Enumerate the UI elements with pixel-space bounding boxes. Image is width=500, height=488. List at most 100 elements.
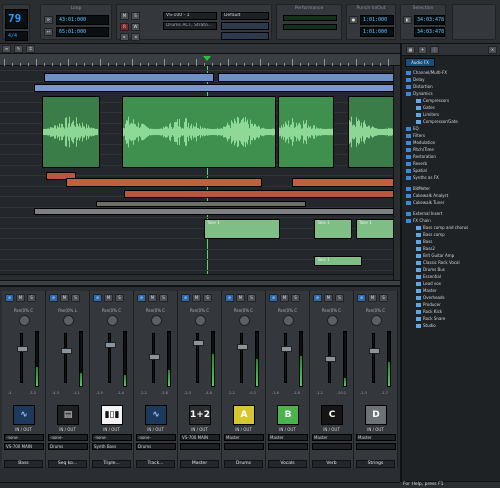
tree-node[interactable]: Synths as FX [406, 175, 439, 181]
close-icon[interactable]: × [488, 46, 497, 54]
tree-node[interactable]: Compressor/Gate [416, 119, 458, 125]
strip-name[interactable]: Triple... [92, 460, 131, 468]
solo-button[interactable]: S [159, 294, 168, 302]
tree-node[interactable]: External Insert [406, 211, 442, 217]
tree-node[interactable]: Lead vox [416, 281, 441, 287]
strip-image-icon[interactable]: ∿ [145, 405, 167, 425]
tree-node[interactable]: Reverb [406, 161, 427, 167]
input-echo-icon[interactable]: ≋ [5, 294, 14, 302]
strip-image-icon[interactable]: C [321, 405, 343, 425]
loop-toggle-button[interactable]: ⟳ [44, 16, 53, 24]
preset-dropdown[interactable]: Default [221, 12, 269, 20]
edit-button[interactable]: ◂ [131, 33, 140, 41]
input-echo-icon[interactable]: ≋ [93, 294, 102, 302]
solo-button[interactable]: S [203, 294, 212, 302]
input-dropdown[interactable]: -none- [92, 434, 132, 441]
volume-fader[interactable] [61, 348, 72, 354]
output-dropdown[interactable]: Drums [136, 443, 176, 450]
pan-knob[interactable] [151, 315, 162, 326]
punch-end-field[interactable]: 1:01:000 [360, 27, 394, 37]
tree-node[interactable]: Overheads [416, 295, 445, 301]
tree-node[interactable]: Cakewalk Analyst [406, 193, 448, 199]
input-echo-icon[interactable]: ≋ [137, 294, 146, 302]
strip-name[interactable]: Seq ko... [48, 460, 87, 468]
tree-node[interactable]: Producer [416, 302, 441, 308]
solo-button[interactable]: S [291, 294, 300, 302]
solo-button[interactable]: S [115, 294, 124, 302]
view-menu-icon[interactable]: ≡ [2, 45, 11, 53]
preset-slider[interactable] [221, 22, 269, 30]
input-dropdown[interactable]: Master [268, 434, 308, 441]
clip-take-2[interactable]: Take 1 [314, 219, 352, 239]
tree-node[interactable]: Filters [406, 133, 425, 139]
tree-node[interactable]: Essential [416, 274, 441, 280]
mute-button[interactable]: M [104, 294, 113, 302]
clip-take-3[interactable]: Take 1 [356, 219, 396, 239]
tree-node[interactable]: Gates [416, 105, 435, 111]
strip-image-icon[interactable]: A [233, 405, 255, 425]
clip-midi-1[interactable] [44, 73, 214, 82]
strip-name[interactable]: Master [180, 460, 219, 468]
output-dropdown[interactable]: Synth Bass [92, 443, 132, 450]
input-dropdown[interactable]: Master [224, 434, 264, 441]
input-dropdown[interactable]: -none- [48, 434, 88, 441]
mute-button[interactable]: M [16, 294, 25, 302]
strip-name[interactable]: Track... [136, 460, 175, 468]
strip-image-icon[interactable]: ▮▯▮ [101, 405, 123, 425]
strip-image-icon[interactable]: ∿ [13, 405, 35, 425]
tree-node[interactable]: Compressors [416, 98, 449, 104]
selection-toggle-button[interactable]: ◧ [403, 16, 412, 24]
mute-button[interactable]: M [192, 294, 201, 302]
punch-start-field[interactable]: 1:01:000 [360, 15, 394, 25]
tree-node[interactable]: Distortion [406, 84, 433, 90]
pan-knob[interactable] [283, 315, 294, 326]
output-dropdown[interactable] [268, 443, 308, 450]
clip-midi-3[interactable] [34, 84, 396, 92]
fx-button[interactable]: ▸ [120, 33, 129, 41]
strip-image-icon[interactable]: B [277, 405, 299, 425]
input-echo-icon[interactable]: ≋ [357, 294, 366, 302]
audio-fx-tab[interactable]: Audio FX [405, 58, 435, 67]
tree-node[interactable]: Bass [416, 239, 432, 245]
input-echo-icon[interactable]: ≋ [181, 294, 190, 302]
loop-end-field[interactable]: 65:01:000 [56, 27, 109, 37]
write-button[interactable]: W [131, 23, 140, 31]
now-marker-icon[interactable] [203, 56, 211, 61]
volume-fader[interactable] [105, 342, 116, 348]
volume-fader[interactable] [17, 346, 28, 352]
clip-gray-2[interactable] [34, 208, 396, 215]
volume-fader[interactable] [193, 340, 204, 346]
mute-button[interactable]: M [60, 294, 69, 302]
plugins-tab-icon[interactable]: ✦ [418, 46, 427, 54]
solo-button[interactable]: S [379, 294, 388, 302]
strip-name[interactable]: Drums [224, 460, 263, 468]
tree-node[interactable]: Rock Kick [416, 309, 442, 315]
pan-knob[interactable] [239, 315, 250, 326]
mute-button[interactable]: M [236, 294, 245, 302]
volume-fader[interactable] [281, 346, 292, 352]
pan-knob[interactable] [19, 315, 30, 326]
tree-node[interactable]: Delay [406, 77, 424, 83]
strip-name[interactable]: Vocals [268, 460, 307, 468]
clip-take-1[interactable]: Take 1 [204, 219, 280, 239]
pan-knob[interactable] [107, 315, 118, 326]
tree-node[interactable]: EQ [406, 126, 419, 132]
clip-orange-3[interactable] [292, 178, 396, 187]
tree-node[interactable]: Classic Rock Vocal [416, 260, 460, 266]
solo-button[interactable]: S [27, 294, 36, 302]
selection-start-field[interactable]: 34:03:478 [414, 15, 445, 25]
input-dropdown[interactable]: -none- [136, 434, 176, 441]
tree-node[interactable]: Bass2 [416, 246, 435, 252]
solo-button[interactable]: S [71, 294, 80, 302]
tree-node[interactable]: FX Chain [406, 218, 431, 224]
input-echo-icon[interactable]: ≋ [49, 294, 58, 302]
input-echo-icon[interactable]: ≋ [225, 294, 234, 302]
track-select-dropdown[interactable]: VS-100 - 1 [163, 12, 217, 20]
output-dropdown[interactable] [224, 443, 264, 450]
input-dropdown[interactable]: Master [312, 434, 352, 441]
tree-node[interactable]: Master [416, 288, 437, 294]
tree-node[interactable]: Drums Bus [416, 267, 445, 273]
record-arm-button[interactable]: R [120, 23, 129, 31]
pan-knob[interactable] [327, 315, 338, 326]
clip-take-4[interactable]: Take 1 [314, 256, 362, 266]
